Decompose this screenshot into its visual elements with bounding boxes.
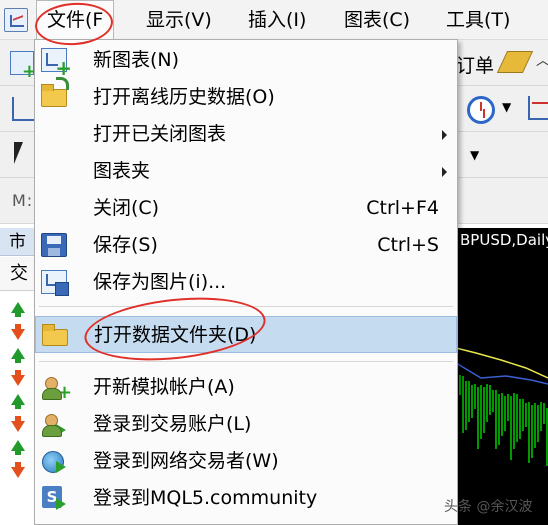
cursor-icon[interactable] xyxy=(14,142,23,164)
menu-item-label: 关闭(C) xyxy=(93,197,160,219)
menu-item-login-mql5[interactable]: 登录到MQL5.community xyxy=(35,480,457,517)
menu-item-label: 打开已关闭图表 xyxy=(93,123,227,145)
chart-symbol-title: BPUSD,Daily xyxy=(460,231,548,249)
menu-item-open-demo-account[interactable]: + 开新模拟帐户(A) xyxy=(35,369,457,406)
new-order-label[interactable]: 订单 xyxy=(456,51,494,78)
arrow-down-icon xyxy=(11,370,25,386)
save-image-icon xyxy=(41,270,69,296)
menu-item-login-trade-account[interactable]: 登录到交易账户(L) xyxy=(35,406,457,443)
arrow-up-icon xyxy=(11,440,25,455)
arrow-down-icon xyxy=(11,462,25,478)
arrow-up-icon xyxy=(11,348,25,363)
menu-item-save-as-picture[interactable]: 保存为图片(i)... xyxy=(35,264,457,301)
menu-item-login-web-trader[interactable]: 登录到网络交易者(W) xyxy=(35,443,457,480)
menu-item-label: 图表夹 xyxy=(93,160,151,182)
menu-view[interactable]: 显示(V) xyxy=(136,0,222,40)
market-watch-column-header[interactable]: 交 xyxy=(0,257,36,291)
watermark: 头条 @余汉波 xyxy=(444,499,533,515)
submenu-arrow-icon xyxy=(442,167,447,177)
menu-item-label: 登录到交易账户(L) xyxy=(93,413,252,435)
menu-insert[interactable]: 插入(I) xyxy=(238,0,316,40)
arrow-down-icon xyxy=(11,416,25,432)
menu-item-profiles[interactable]: 图表夹 xyxy=(35,153,457,190)
moving-average-line xyxy=(456,362,548,385)
period-label[interactable]: M: xyxy=(12,191,33,210)
open-folder-icon xyxy=(41,77,69,107)
menu-item-shortcut: Ctrl+S xyxy=(377,234,439,256)
folder-icon xyxy=(42,324,68,346)
menu-item-open-closed-chart[interactable]: 打开已关闭图表 xyxy=(35,116,457,153)
menu-file[interactable]: 文件(F xyxy=(36,0,115,40)
dropdown-arrow-icon[interactable]: ▼ xyxy=(470,148,479,162)
price-chart xyxy=(456,347,548,466)
menu-item-label: 登录到MQL5.community xyxy=(93,487,318,509)
menu-item-shortcut: Ctrl+F4 xyxy=(366,197,439,219)
dropdown-arrow-icon[interactable]: ▼ xyxy=(502,100,511,114)
menu-item-label: 打开数据文件夹(D) xyxy=(94,324,257,346)
new-account-icon: + xyxy=(41,375,72,402)
menu-item-label: 开新模拟帐户(A) xyxy=(93,376,235,398)
indicator-icon[interactable] xyxy=(528,96,548,120)
menu-bar: 文件(F 显示(V) 插入(I) 图表(C) 工具(T) xyxy=(0,0,548,40)
save-icon xyxy=(41,233,67,257)
bar-chart-icon[interactable] xyxy=(12,97,36,121)
file-menu-dropdown: 新图表(N) 打开离线历史数据(O) 打开已关闭图表 图表夹 关闭(C) Ctr… xyxy=(34,39,458,525)
moving-average-line xyxy=(456,347,548,379)
menu-item-label: 登录到网络交易者(W) xyxy=(93,450,279,472)
new-chart-icon xyxy=(41,48,72,80)
menu-item-label: 打开离线历史数据(O) xyxy=(93,86,275,108)
app-chart-icon[interactable] xyxy=(4,8,28,32)
menu-item-label: 保存为图片(i)... xyxy=(93,271,227,293)
menu-item-label: 保存(S) xyxy=(93,234,158,256)
menu-item-new-chart[interactable]: 新图表(N) xyxy=(35,42,457,80)
menu-item-close[interactable]: 关闭(C) Ctrl+F4 xyxy=(35,190,457,227)
menu-separator xyxy=(39,306,453,307)
mql5-icon xyxy=(41,486,67,510)
market-watch-panel: 市 交 xyxy=(0,228,36,525)
new-chart-icon[interactable] xyxy=(10,51,37,82)
web-trader-icon xyxy=(41,449,67,473)
market-watch-title: 市 xyxy=(0,228,36,256)
menu-tools[interactable]: 工具(T) xyxy=(436,0,520,40)
menu-charts[interactable]: 图表(C) xyxy=(334,0,420,40)
arrow-down-icon xyxy=(11,324,25,340)
chart-window[interactable]: BPUSD,Daily xyxy=(456,228,548,525)
menu-item-open-offline[interactable]: 打开离线历史数据(O) xyxy=(35,77,457,116)
submenu-arrow-icon xyxy=(442,130,447,140)
arrow-up-icon xyxy=(11,394,25,409)
menu-separator xyxy=(39,361,453,362)
chevron-up-icon[interactable]: ︿ xyxy=(536,50,548,70)
menu-item-open-data-folder[interactable]: 打开数据文件夹(D) xyxy=(35,316,457,353)
clock-icon[interactable] xyxy=(467,96,495,124)
menu-item-save[interactable]: 保存(S) Ctrl+S xyxy=(35,227,457,264)
login-account-icon xyxy=(41,412,67,437)
arrow-up-icon xyxy=(11,302,25,317)
menu-item-label: 新图表(N) xyxy=(93,49,180,71)
